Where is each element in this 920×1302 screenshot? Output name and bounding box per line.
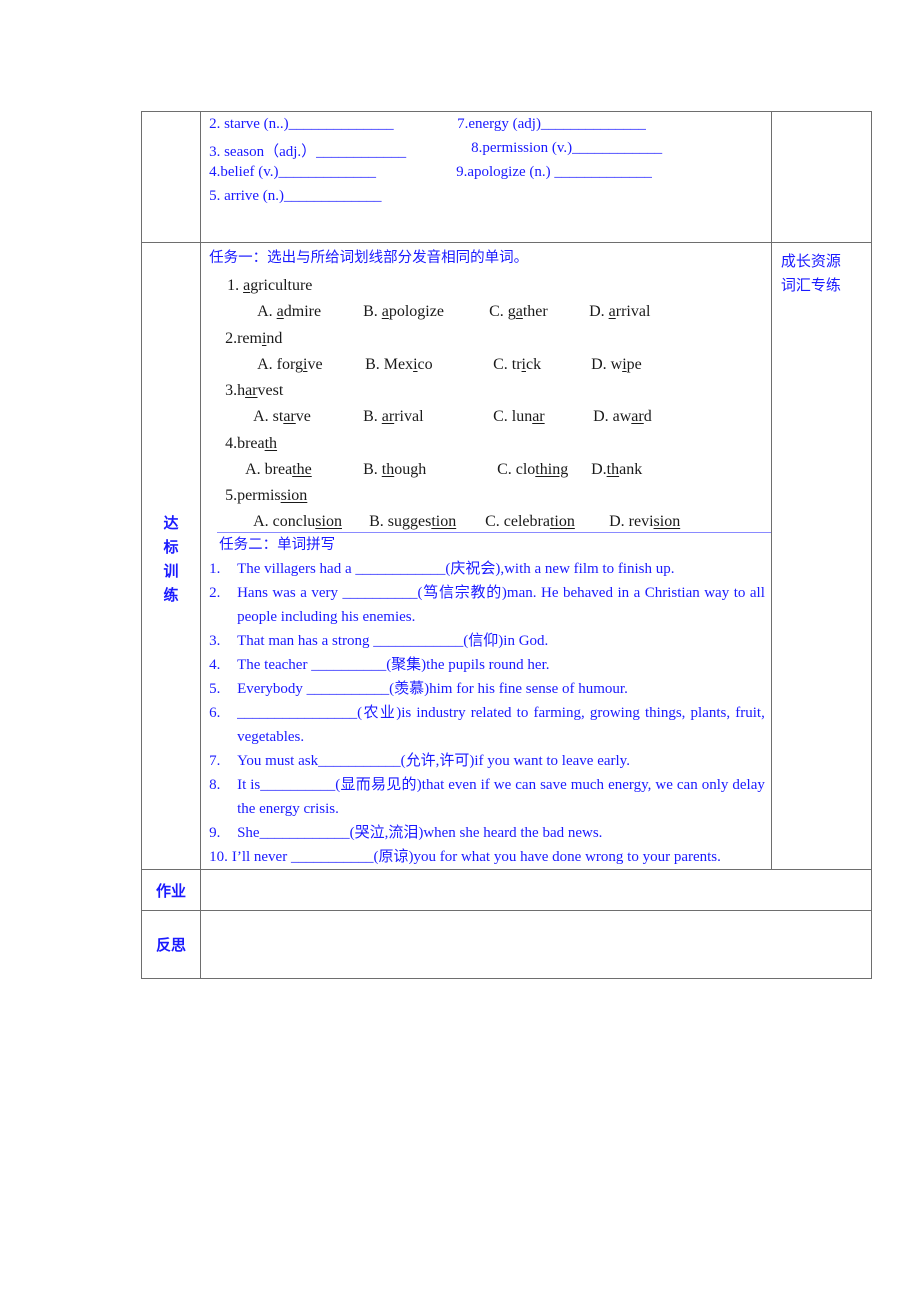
sentence-number: 6. bbox=[209, 705, 221, 721]
sentence-text[interactable]: ________________(农业)is industry related … bbox=[237, 701, 765, 749]
sentence-text[interactable]: The teacher __________(聚集)the pupils rou… bbox=[237, 653, 765, 677]
answer-option[interactable]: C. celebration bbox=[485, 513, 575, 531]
sentence-text[interactable]: Hans was a very __________(笃信宗教的)man. He… bbox=[237, 581, 765, 629]
word-form-item[interactable]: 3. season（adj.）____________ bbox=[209, 140, 406, 161]
sentence-number: 5. bbox=[209, 681, 221, 697]
section-label-char: 训 bbox=[163, 562, 179, 580]
sentence-text[interactable]: Everybody ___________(羡慕)him for his fin… bbox=[237, 677, 765, 701]
sentence-text[interactable]: I’ll never ___________(原谅)you for what y… bbox=[232, 845, 765, 869]
spelling-sentence: 6. ________________(农业)is industry relate… bbox=[209, 701, 765, 749]
answer-option[interactable]: A. forgive bbox=[257, 356, 322, 374]
question-stem: 5.permission bbox=[225, 487, 308, 504]
task1-pronunciation: 任务一：选出与所给词划线部分发音相同的单词。 1. agriculture A. … bbox=[201, 243, 771, 533]
word-forms-row: 2. starve (n..)______________ 7.energy (… bbox=[140, 111, 873, 243]
spelling-sentence: 8. It is__________(显而易见的)that even if we … bbox=[209, 773, 765, 821]
answer-option[interactable]: C. gather bbox=[489, 303, 548, 321]
spelling-sentence: 9. She____________(哭泣,流泪)when she heard t… bbox=[209, 821, 765, 845]
question-stem: 1. agriculture bbox=[227, 277, 313, 294]
reflection-row: 反思 bbox=[140, 910, 872, 979]
spelling-sentence: 1. The villagers had a ____________(庆祝会),… bbox=[209, 557, 765, 581]
word-forms-cell: 2. starve (n..)______________ 7.energy (… bbox=[200, 111, 772, 243]
answer-option[interactable]: D. arrival bbox=[589, 303, 650, 321]
sentence-number: 4. bbox=[209, 657, 221, 673]
question-stem: 2.remind bbox=[225, 329, 283, 347]
task2-spelling: 任务二：单词拼写 1. The villagers had a _________… bbox=[201, 533, 771, 869]
answer-option[interactable]: B. arrival bbox=[363, 408, 423, 426]
worksheet: 2. starve (n..)______________ 7.energy (… bbox=[140, 111, 873, 979]
answer-option[interactable]: A. starve bbox=[253, 408, 311, 426]
word-form-item[interactable]: 2. starve (n..)______________ bbox=[209, 116, 394, 133]
sentence-text[interactable]: You must ask___________(允许,许可)if you wan… bbox=[237, 749, 765, 773]
task2-title: 任务二：单词拼写 bbox=[219, 537, 336, 553]
sentence-text[interactable]: It is__________(显而易见的)that even if we ca… bbox=[237, 773, 765, 821]
question-stem: 3.harvest bbox=[225, 382, 284, 399]
spelling-sentence: 7. You must ask___________(允许,许可)if you w… bbox=[209, 749, 765, 773]
word-form-item[interactable]: 7.energy (adj)______________ bbox=[457, 116, 646, 133]
word-form-item[interactable]: 9.apologize (n.) _____________ bbox=[456, 164, 652, 181]
resource-cell: 成长资源 词汇专练 bbox=[770, 242, 873, 870]
resource-label-line: 成长资源 bbox=[780, 252, 841, 270]
sentence-number: 3. bbox=[209, 633, 221, 649]
sentence-text[interactable]: She____________(哭泣,流泪)when she heard the… bbox=[237, 821, 765, 845]
task1-title: 任务一：选出与所给词划线部分发音相同的单词。 bbox=[209, 250, 529, 266]
sentence-number: 7. bbox=[209, 753, 221, 769]
question-stem: 4.breath bbox=[225, 434, 278, 452]
section-label-char: 达 bbox=[163, 514, 179, 532]
practice-cell: 任务一：选出与所给词划线部分发音相同的单词。 1. agriculture A. … bbox=[200, 242, 772, 870]
sentence-text[interactable]: The villagers had a ____________(庆祝会),wi… bbox=[237, 557, 765, 581]
word-forms-left-cell bbox=[140, 111, 202, 243]
spelling-sentence: 5. Everybody ___________(羡慕)him for his f… bbox=[209, 677, 765, 701]
answer-option[interactable]: D.thank bbox=[591, 461, 642, 479]
sentence-text[interactable]: That man has a strong ____________(信仰)in… bbox=[237, 629, 765, 653]
sentence-number: 8. bbox=[209, 777, 221, 793]
spelling-sentence: 2. Hans was a very __________(笃信宗教的)man. … bbox=[209, 581, 765, 629]
spelling-sentence: 4. The teacher __________(聚集)the pupils r… bbox=[209, 653, 765, 677]
answer-option[interactable]: C. lunar bbox=[493, 408, 545, 426]
reflection-label: 反思 bbox=[140, 910, 202, 979]
spelling-sentence: 10. I’ll never ___________(原谅)you for wha… bbox=[209, 845, 765, 869]
homework-label: 作业 bbox=[140, 869, 202, 911]
answer-option[interactable]: B. Mexico bbox=[365, 356, 433, 374]
practice-row: 达 标 训 练 任务一：选出与所给词划线部分发音相同的单词。 1. agricu… bbox=[140, 242, 873, 870]
section-label-cell: 达 标 训 练 bbox=[140, 242, 202, 870]
section-label-char: 练 bbox=[163, 586, 179, 604]
answer-option[interactable]: D. wipe bbox=[591, 356, 642, 374]
homework-cell[interactable] bbox=[200, 869, 872, 911]
answer-option[interactable]: A. breathe bbox=[245, 461, 312, 479]
answer-option[interactable]: B. apologize bbox=[363, 303, 444, 321]
word-form-item[interactable]: 8.permission (v.)____________ bbox=[471, 140, 662, 157]
sentence-number: 1. bbox=[209, 561, 221, 577]
sentence-number: 10. bbox=[209, 849, 228, 865]
answer-option[interactable]: C. clothing bbox=[497, 461, 568, 479]
sentence-number: 9. bbox=[209, 825, 221, 841]
spelling-sentence: 3. That man has a strong ____________(信仰)… bbox=[209, 629, 765, 653]
sentence-number: 2. bbox=[209, 585, 221, 601]
answer-option[interactable]: C. trick bbox=[493, 356, 541, 374]
answer-option[interactable]: B. suggestion bbox=[369, 513, 456, 531]
answer-option[interactable]: A. conclusion bbox=[253, 513, 342, 531]
worksheet-table: 2. starve (n..)______________ 7.energy (… bbox=[140, 111, 873, 979]
answer-option[interactable]: A. admire bbox=[257, 303, 321, 321]
answer-option[interactable]: D. revision bbox=[609, 513, 680, 531]
resource-label-line: 词汇专练 bbox=[780, 276, 841, 294]
section-label-char: 标 bbox=[163, 538, 179, 556]
word-form-item[interactable]: 4.belief (v.)_____________ bbox=[209, 164, 376, 181]
word-form-item[interactable]: 5. arrive (n.)_____________ bbox=[209, 188, 381, 205]
reflection-cell[interactable] bbox=[200, 910, 872, 979]
answer-option[interactable]: B. though bbox=[363, 461, 426, 479]
homework-row: 作业 bbox=[140, 869, 872, 911]
answer-option[interactable]: D. award bbox=[593, 408, 652, 426]
word-forms-right-cell bbox=[770, 111, 873, 243]
